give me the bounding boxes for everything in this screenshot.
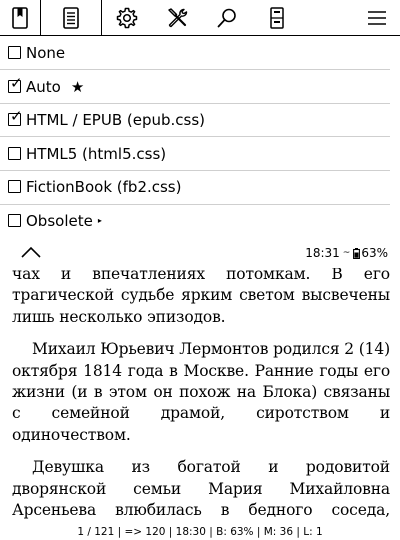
reader-page[interactable]: чах и впечатлениях потомкам. В его траги… bbox=[0, 268, 400, 520]
gear-icon bbox=[116, 7, 138, 29]
checkbox[interactable] bbox=[8, 46, 21, 59]
menu-tool[interactable] bbox=[302, 0, 400, 36]
top-toolbar bbox=[0, 0, 400, 37]
checkbox[interactable] bbox=[8, 180, 21, 193]
chevron-up-icon bbox=[21, 246, 41, 258]
paragraph: Девушка из богатой и родовитой дворянско… bbox=[12, 458, 390, 520]
menu-item-none[interactable]: None bbox=[0, 36, 400, 69]
menu-item-label: None bbox=[26, 43, 66, 62]
menu-item-obsolete[interactable]: Obsolete ▸ bbox=[0, 204, 400, 237]
document-tool[interactable] bbox=[40, 0, 102, 37]
stylesheet-menu: None ✓ Auto ★ ✓ HTML / EPUB (epub.css) H… bbox=[0, 36, 400, 237]
menu-item-label: FictionBook (fb2.css) bbox=[26, 177, 182, 196]
star-icon: ★ bbox=[70, 77, 85, 96]
battery-level: 63% bbox=[361, 246, 388, 260]
navigation-tool[interactable] bbox=[252, 0, 302, 36]
check-mark: ✓ bbox=[10, 74, 23, 92]
wrench-screwdriver-icon bbox=[168, 8, 188, 28]
checkbox[interactable]: ✓ bbox=[8, 76, 23, 93]
search-tool[interactable] bbox=[202, 0, 252, 36]
menu-item-auto[interactable]: ✓ Auto ★ bbox=[0, 70, 400, 103]
menu-item-label: HTML / EPUB (epub.css) bbox=[26, 110, 206, 129]
menu-item-fictionbook[interactable]: FictionBook (fb2.css) bbox=[0, 170, 400, 203]
status-info: 18:31 ~ 63% bbox=[305, 246, 388, 260]
paragraph: Михаил Юрьевич Лермонтов родился 2 (14) … bbox=[12, 340, 390, 444]
clock: 18:31 bbox=[305, 246, 340, 260]
checkbox[interactable]: ✓ bbox=[8, 109, 23, 126]
menu-item-html5[interactable]: HTML5 (html5.css) bbox=[0, 137, 400, 170]
battery-icon bbox=[353, 247, 361, 259]
checkbox[interactable] bbox=[8, 147, 21, 160]
menu-item-epub[interactable]: ✓ HTML / EPUB (epub.css) bbox=[0, 103, 400, 136]
settings-tool[interactable] bbox=[102, 0, 152, 36]
search-icon bbox=[217, 8, 236, 28]
menu-item-label: Auto bbox=[26, 77, 61, 96]
book-page-icon bbox=[270, 7, 284, 29]
menu-item-label: Obsolete bbox=[26, 211, 93, 230]
checkbox[interactable] bbox=[8, 214, 21, 227]
submenu-arrow-icon: ▸ bbox=[97, 215, 102, 225]
collapse-button[interactable] bbox=[20, 244, 42, 263]
page-status-footer: 1 / 121 | => 120 | 18:30 | B: 63% | M: 3… bbox=[77, 526, 323, 538]
status-bar: 18:31 ~ 63% bbox=[0, 238, 400, 268]
tools-tool[interactable] bbox=[152, 0, 202, 36]
bookmark-icon bbox=[12, 7, 28, 29]
paragraph: чах и впечатлениях потомкам. В его траги… bbox=[12, 268, 390, 326]
menu-item-label: HTML5 (html5.css) bbox=[26, 144, 167, 163]
document-lines-icon bbox=[63, 7, 79, 29]
hamburger-menu-icon bbox=[368, 11, 386, 25]
check-mark: ✓ bbox=[10, 107, 23, 125]
bookmark-tool[interactable] bbox=[0, 0, 40, 36]
charging-tilde-icon: ~ bbox=[342, 248, 351, 258]
